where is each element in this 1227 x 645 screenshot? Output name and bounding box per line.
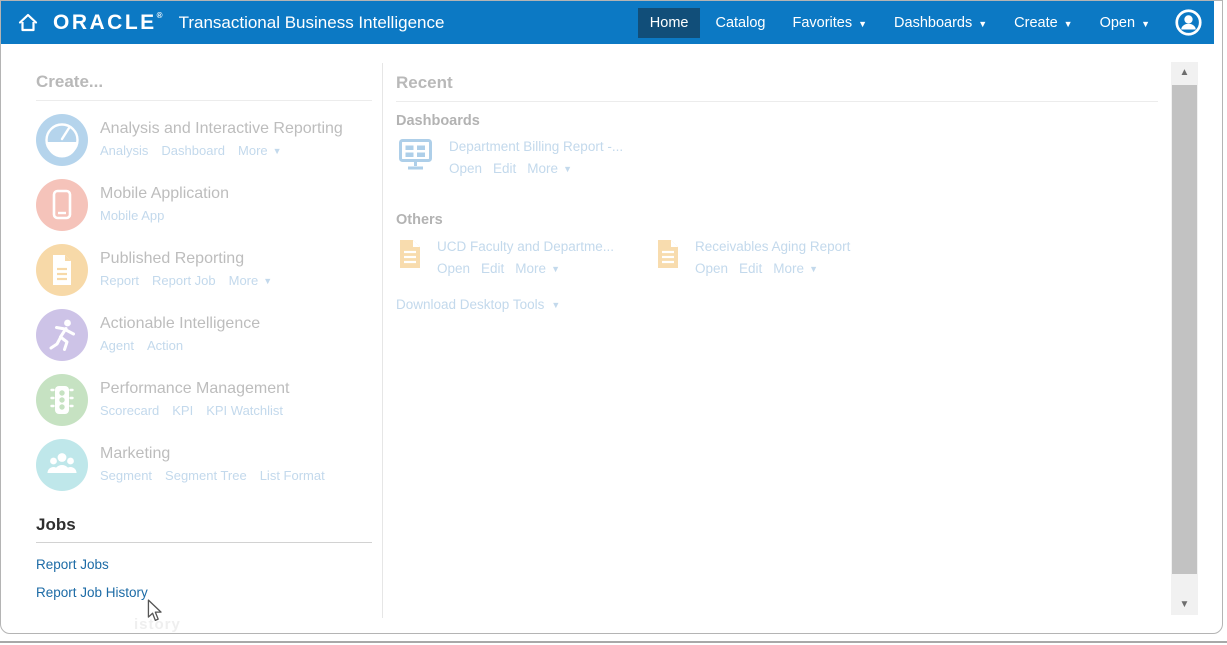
create-item-published-reporting: Published Reporting Report Report Job Mo…	[36, 244, 376, 296]
report-document-icon	[399, 237, 421, 276]
oracle-logo: ORACLE®	[53, 11, 163, 35]
chevron-down-icon: ▼	[809, 263, 818, 274]
nav-item-dashboards[interactable]: Dashboards▼	[882, 8, 999, 38]
window-bottom-edge	[0, 641, 1227, 643]
recent-other-item: UCD Faculty and Departme... Open Edit Mo…	[399, 237, 657, 276]
create-link-segment-tree[interactable]: Segment Tree	[165, 468, 247, 483]
open-link[interactable]: Open	[695, 261, 728, 276]
nav-item-favorites[interactable]: Favorites▼	[780, 8, 879, 38]
chevron-down-icon: ▼	[273, 145, 282, 156]
people-icon	[36, 439, 88, 491]
create-link-scorecard[interactable]: Scorecard	[100, 403, 159, 418]
jobs-section-heading: Jobs	[36, 515, 76, 535]
create-link-report[interactable]: Report	[100, 273, 139, 288]
divider	[36, 542, 372, 543]
create-item-title: Performance Management	[100, 379, 289, 398]
create-item-mobile: Mobile Application Mobile App	[36, 179, 376, 231]
create-link-agent[interactable]: Agent	[100, 338, 134, 353]
mobile-phone-icon	[36, 179, 88, 231]
more-link[interactable]: More▼	[527, 161, 572, 176]
create-item-performance-management: Performance Management Scorecard KPI KPI…	[36, 374, 376, 426]
download-desktop-tools-link[interactable]: Download Desktop Tools▼	[396, 297, 560, 312]
recent-item-title[interactable]: Receivables Aging Report	[695, 239, 850, 254]
create-link-analysis[interactable]: Analysis	[100, 143, 148, 158]
recent-others-heading: Others	[396, 212, 443, 228]
open-link[interactable]: Open	[437, 261, 470, 276]
create-item-marketing: Marketing Segment Segment Tree List Form…	[36, 439, 376, 491]
vertical-scrollbar[interactable]: ▲ ▼	[1171, 62, 1198, 615]
create-item-title: Mobile Application	[100, 184, 229, 203]
chevron-down-icon: ▼	[551, 299, 560, 310]
runner-icon	[36, 309, 88, 361]
home-icon[interactable]	[18, 13, 38, 32]
app-title: Transactional Business Intelligence	[179, 13, 445, 33]
panel-divider	[382, 63, 383, 618]
user-avatar-icon[interactable]	[1175, 9, 1202, 36]
nav-item-catalog[interactable]: Catalog	[703, 8, 777, 38]
create-item-title: Published Reporting	[100, 249, 272, 268]
report-jobs-link[interactable]: Report Jobs	[36, 557, 109, 572]
report-document-icon	[657, 237, 679, 276]
recent-item-title[interactable]: Department Billing Report -...	[449, 139, 623, 154]
create-item-actionable-intelligence: Actionable Intelligence Agent Action	[36, 309, 376, 361]
nav-item-open[interactable]: Open▼	[1088, 8, 1162, 38]
recent-dashboard-item: Department Billing Report -... Open Edit…	[399, 137, 657, 176]
create-item-analysis: Analysis and Interactive Reporting Analy…	[36, 114, 376, 166]
chevron-down-icon: ▼	[263, 275, 272, 286]
chevron-down-icon: ▼	[978, 17, 987, 29]
create-item-title: Marketing	[100, 444, 325, 463]
edit-link[interactable]: Edit	[739, 261, 762, 276]
recent-other-item: Receivables Aging Report Open Edit More▼	[657, 237, 915, 276]
chevron-down-icon: ▼	[1064, 17, 1073, 29]
recent-section-heading: Recent	[396, 73, 453, 93]
navbar-menu: Home Catalog Favorites▼ Dashboards▼ Crea…	[638, 8, 1214, 38]
nav-item-home[interactable]: Home	[638, 8, 701, 38]
recent-dashboards-heading: Dashboards	[396, 113, 480, 129]
edit-link[interactable]: Edit	[493, 161, 516, 176]
create-link-segment[interactable]: Segment	[100, 468, 152, 483]
registered-mark: ®	[157, 11, 163, 20]
scroll-up-arrow-icon[interactable]: ▲	[1171, 62, 1198, 83]
create-section-heading: Create...	[36, 72, 103, 92]
top-navbar: ORACLE® Transactional Business Intellige…	[1, 1, 1214, 44]
chevron-down-icon: ▼	[858, 17, 867, 29]
create-link-kpi-watchlist[interactable]: KPI Watchlist	[206, 403, 283, 418]
create-link-action[interactable]: Action	[147, 338, 183, 353]
gauge-icon	[36, 114, 88, 166]
scrollbar-thumb[interactable]	[1172, 85, 1197, 574]
document-icon	[36, 244, 88, 296]
create-link-dashboard[interactable]: Dashboard	[161, 143, 225, 158]
divider	[396, 101, 1158, 102]
divider	[36, 100, 372, 101]
recent-item-title[interactable]: UCD Faculty and Departme...	[437, 239, 614, 254]
app-window: ORACLE® Transactional Business Intellige…	[0, 0, 1223, 634]
create-link-more[interactable]: More▼	[229, 273, 273, 288]
create-item-title: Analysis and Interactive Reporting	[100, 119, 343, 138]
more-link[interactable]: More▼	[773, 261, 818, 276]
chevron-down-icon: ▼	[563, 163, 572, 174]
create-item-title: Actionable Intelligence	[100, 314, 260, 333]
nav-item-create[interactable]: Create▼	[1002, 8, 1084, 38]
mouse-cursor	[147, 599, 163, 627]
create-link-report-job[interactable]: Report Job	[152, 273, 216, 288]
dashboard-monitor-icon	[399, 137, 433, 176]
chevron-down-icon: ▼	[551, 263, 560, 274]
more-link[interactable]: More▼	[515, 261, 560, 276]
open-link[interactable]: Open	[449, 161, 482, 176]
traffic-light-icon	[36, 374, 88, 426]
create-link-kpi[interactable]: KPI	[172, 403, 193, 418]
edit-link[interactable]: Edit	[481, 261, 504, 276]
create-link-list-format[interactable]: List Format	[260, 468, 325, 483]
create-link-mobile-app[interactable]: Mobile App	[100, 208, 164, 223]
report-job-history-link[interactable]: Report Job History	[36, 585, 148, 600]
chevron-down-icon: ▼	[1141, 17, 1150, 29]
scroll-down-arrow-icon[interactable]: ▼	[1171, 594, 1198, 615]
create-link-more[interactable]: More▼	[238, 143, 282, 158]
